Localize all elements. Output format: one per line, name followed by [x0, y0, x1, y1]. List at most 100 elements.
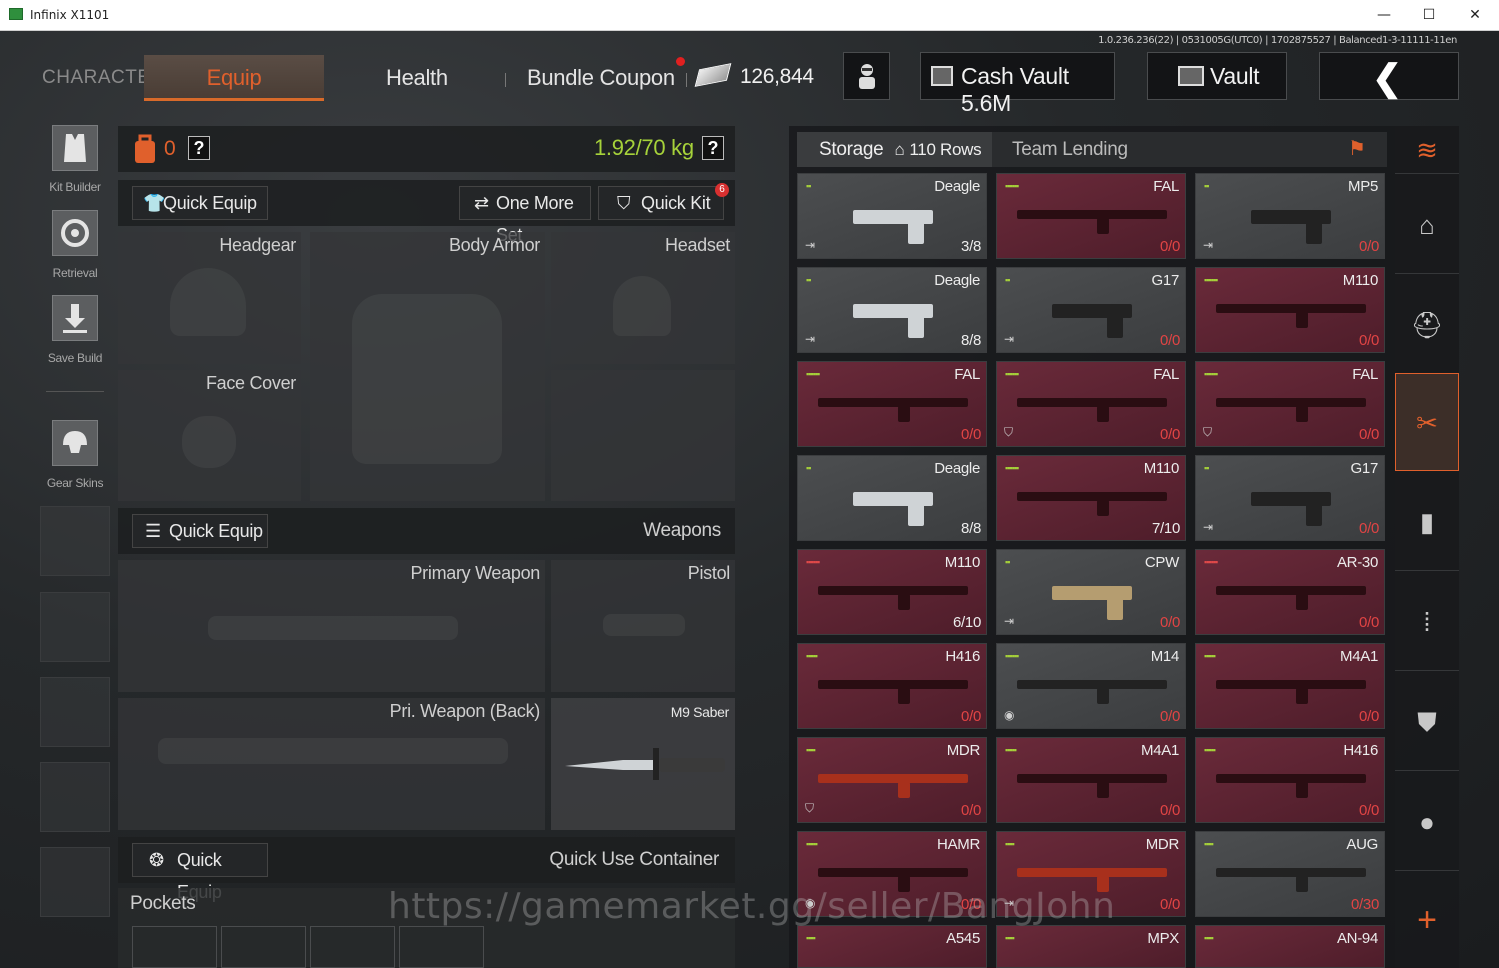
- storage-item-card[interactable]: ▪▪▪▪ A545: [797, 925, 987, 968]
- storage-item-card[interactable]: ▪▪▪▪ MPX: [996, 925, 1186, 968]
- vault-button[interactable]: Vault: [1147, 52, 1287, 100]
- magazine-icon[interactable]: ▮: [1395, 473, 1459, 571]
- storage-item-card[interactable]: ▪▪▪▪▪▪ FAL ⛉ 0/0: [996, 361, 1186, 447]
- rarity-indicator: ▪▪: [1204, 463, 1209, 473]
- maximize-button[interactable]: ☐: [1406, 0, 1452, 31]
- storage-item-card[interactable]: ▪▪▪▪▪▪ M110 0/0: [1195, 267, 1385, 353]
- vest-icon[interactable]: ⛊: [1395, 673, 1459, 771]
- skin-slot-empty[interactable]: [40, 762, 110, 832]
- quick-equip-button[interactable]: 👕 Quick Equip: [132, 186, 268, 220]
- item-status-icon: ⛉: [805, 801, 815, 815]
- slot-body-armor[interactable]: Body Armor: [310, 232, 545, 501]
- item-status-icon: ⇥: [805, 332, 816, 346]
- pocket-slot[interactable]: [132, 926, 217, 968]
- rifle-icon[interactable]: ✂: [1395, 373, 1459, 471]
- ammo-count: 0/0: [1359, 520, 1379, 537]
- storage-item-card[interactable]: ▪▪▪▪▪▪ FAL 0/0: [996, 173, 1186, 259]
- storage-item-card[interactable]: ▪▪▪▪▪ H416 0/0: [1195, 737, 1385, 823]
- weapon-grip-icon: [1296, 594, 1308, 610]
- slot-primary-weapon[interactable]: Primary Weapon: [118, 560, 545, 692]
- pocket-slot[interactable]: [310, 926, 395, 968]
- retrieval-label: Retrieval: [52, 266, 98, 280]
- slot-empty[interactable]: [551, 370, 735, 501]
- weapon-thumbnail-icon: [1017, 774, 1167, 783]
- storage-item-card[interactable]: ▪▪ G17 ⇥ 0/0: [1195, 455, 1385, 541]
- storage-item-card[interactable]: ▪▪▪▪▪ M4A1 0/0: [1195, 643, 1385, 729]
- slot-pistol[interactable]: Pistol: [551, 560, 735, 692]
- storage-item-card[interactable]: ▪▪▪▪▪▪ M14 ◉ 0/0: [996, 643, 1186, 729]
- storage-item-card[interactable]: ▪▪ CPW ⇥ 0/0: [996, 549, 1186, 635]
- currency-display[interactable]: 126,844: [694, 57, 814, 97]
- rarity-indicator: ▪▪▪▪▪: [1204, 745, 1216, 755]
- storage-item-card[interactable]: ▪▪▪▪▪▪ M110 7/10: [996, 455, 1186, 541]
- headgear-placeholder-icon: [170, 268, 246, 336]
- tab-equip[interactable]: Equip: [144, 55, 324, 101]
- tab-health[interactable]: Health: [386, 55, 448, 101]
- storage-item-card[interactable]: ▪▪▪▪▪▪ FAL 0/0: [797, 361, 987, 447]
- storage-item-card[interactable]: ▪▪▪▪▪▪ FAL ⛉ 0/0: [1195, 361, 1385, 447]
- storage-item-card[interactable]: ▪▪ Deagle 8/8: [797, 455, 987, 541]
- ammo-count: 0/0: [1160, 802, 1180, 819]
- skin-slot-empty[interactable]: [40, 677, 110, 747]
- storage-item-card[interactable]: ▪▪ Deagle ⇥ 3/8: [797, 173, 987, 259]
- storage-item-card[interactable]: ▪▪▪▪ AN-94: [1195, 925, 1385, 968]
- item-name: FAL: [1153, 178, 1179, 195]
- save-build-button[interactable]: [52, 295, 98, 341]
- storage-item-card[interactable]: ▪▪▪▪ AUG 0/30: [1195, 831, 1385, 917]
- close-button[interactable]: ✕: [1452, 0, 1498, 31]
- help-button[interactable]: ?: [188, 136, 210, 160]
- weapon-grip-icon: [1296, 876, 1308, 892]
- helmet-icon[interactable]: ⛑: [1395, 276, 1459, 374]
- grenade-icon[interactable]: ●: [1395, 773, 1459, 871]
- tab-storage[interactable]: Storage ⌂ 110 Rows: [797, 132, 992, 167]
- slot-pri-weapon-back[interactable]: Pri. Weapon (Back): [118, 698, 545, 830]
- quick-kit-button[interactable]: ⛉ Quick Kit: [598, 186, 724, 220]
- item-name: MDR: [1145, 836, 1180, 853]
- storage-item-card[interactable]: ▪▪ G17 ⇥ 0/0: [996, 267, 1186, 353]
- stack-icon[interactable]: ≋: [1395, 126, 1459, 174]
- storage-item-card[interactable]: ▪▪▪▪▪ M4A1 0/0: [996, 737, 1186, 823]
- weapons-section-title: Weapons: [643, 520, 721, 541]
- skin-slot-empty[interactable]: [40, 592, 110, 662]
- back-button[interactable]: ❮: [1319, 52, 1459, 100]
- tab-bundle-coupon[interactable]: Bundle Coupon: [527, 55, 675, 101]
- tab-team-lending[interactable]: Team Lending: [1012, 132, 1128, 167]
- slot-face-cover[interactable]: Face Cover: [118, 370, 301, 501]
- item-name: MDR: [946, 742, 981, 759]
- pocket-slot[interactable]: [399, 926, 484, 968]
- skin-slot-empty[interactable]: [40, 506, 110, 576]
- slot-headset[interactable]: Headset: [551, 232, 735, 364]
- retrieval-button[interactable]: [52, 210, 98, 256]
- slot-headgear[interactable]: Headgear: [118, 232, 301, 364]
- storage-item-card[interactable]: ▪▪▪▪▪ H416 0/0: [797, 643, 987, 729]
- weapons-quick-equip-button[interactable]: ☰ Quick Equip: [132, 514, 268, 548]
- storage-item-card[interactable]: ▪▪▪▪ MDR ⛉ 0/0: [797, 737, 987, 823]
- home-icon[interactable]: ⌂: [1395, 176, 1459, 274]
- ammo-count: 0/0: [1160, 896, 1180, 913]
- nav-divider: [686, 73, 687, 87]
- operator-profile-button[interactable]: [843, 52, 890, 100]
- storage-item-card[interactable]: ▪▪▪▪▪▪ AR-30 0/0: [1195, 549, 1385, 635]
- pocket-slot[interactable]: [221, 926, 306, 968]
- gear-skins-button[interactable]: [52, 420, 98, 466]
- minimize-button[interactable]: —: [1361, 0, 1407, 31]
- storage-item-card[interactable]: ▪▪ Deagle ⇥ 8/8: [797, 267, 987, 353]
- quick-use-quick-equip-button[interactable]: ❂ Quick Equip: [132, 843, 268, 902]
- one-more-set-button[interactable]: ⇄ One More Set: [459, 186, 591, 245]
- loadout-actions: 👕 Quick Equip ⇄ One More Set ⛉ Quick Kit…: [118, 180, 735, 245]
- sort-icon[interactable]: ⚑: [1327, 132, 1387, 167]
- weapon-thumbnail-icon: [1216, 868, 1366, 877]
- cash-vault-button[interactable]: Cash Vault 5.6M: [920, 52, 1115, 116]
- item-name: HAMR: [937, 836, 980, 853]
- storage-item-card[interactable]: ▪▪ MP5 ⇥ 0/0: [1195, 173, 1385, 259]
- slot-melee[interactable]: M9 Saber: [551, 698, 735, 830]
- storage-item-card[interactable]: ▪▪▪▪▪▪ M110 6/10: [797, 549, 987, 635]
- kit-builder-button[interactable]: [52, 125, 98, 171]
- quick-kit-badge: 6: [715, 183, 729, 197]
- skin-slot-empty[interactable]: [40, 847, 110, 917]
- ammo-icon[interactable]: ⁞: [1395, 573, 1459, 671]
- weight-help-button[interactable]: ?: [702, 136, 724, 160]
- weapon-thumbnail-icon: [1017, 868, 1167, 877]
- ammo-count: 0/0: [1160, 614, 1180, 631]
- add-icon[interactable]: +: [1395, 873, 1459, 968]
